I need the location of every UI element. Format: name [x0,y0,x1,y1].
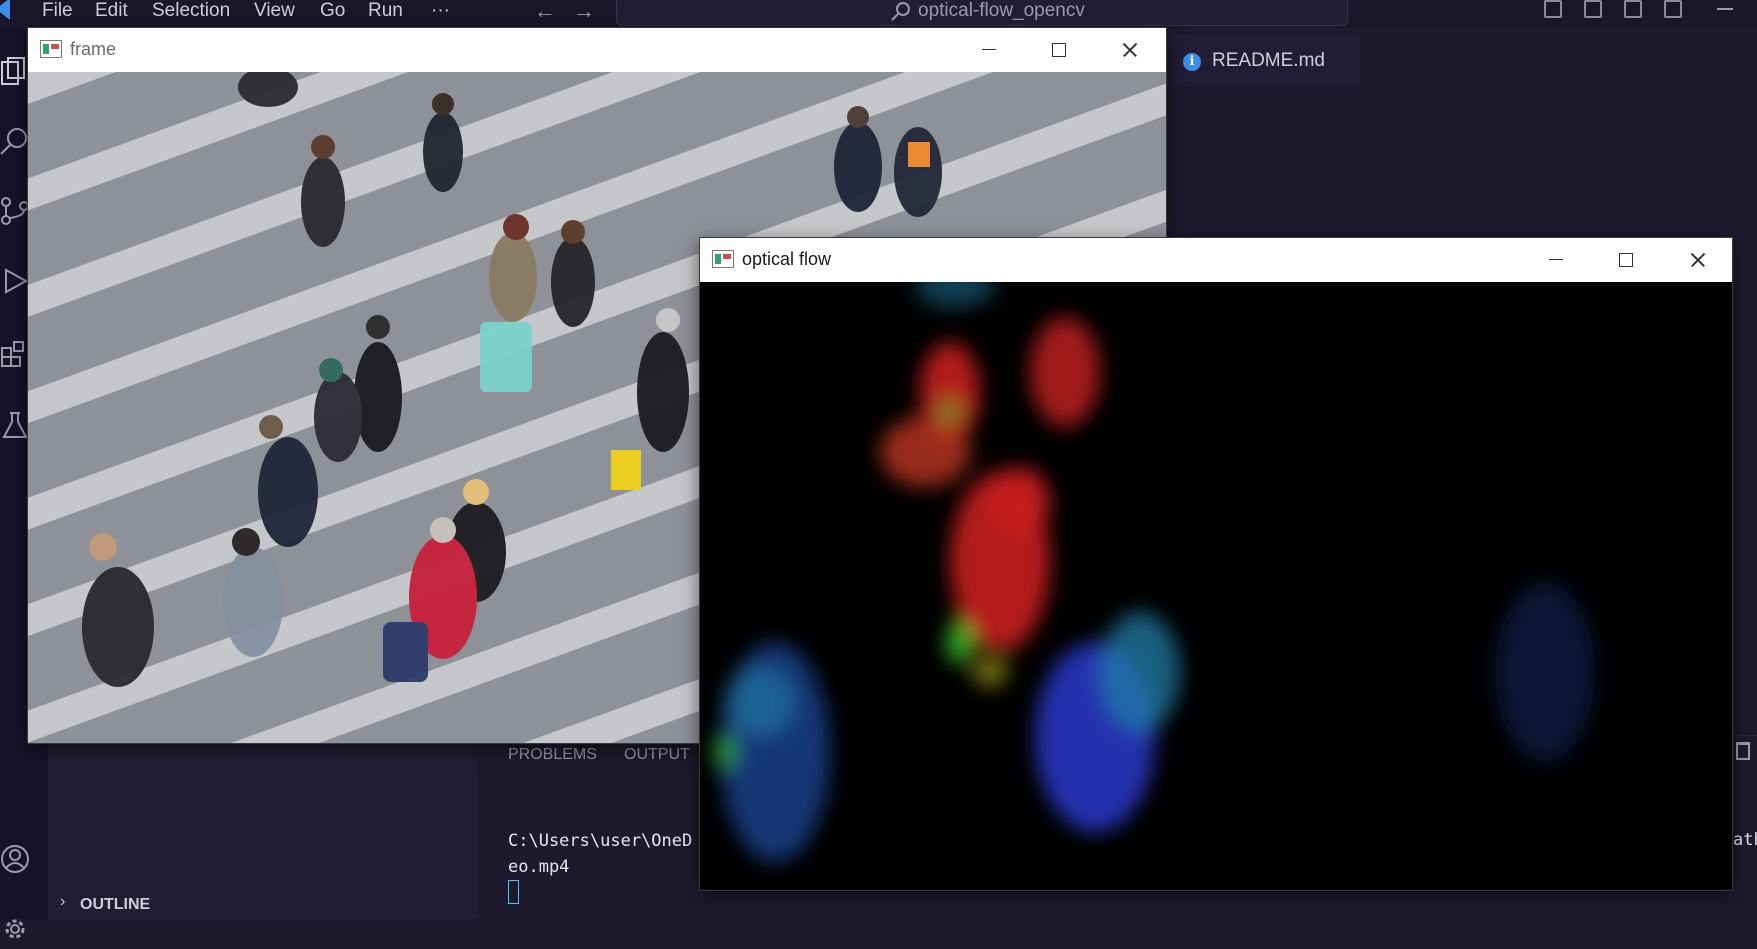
optical-flow-window[interactable]: optical flow [700,238,1732,890]
account-icon[interactable] [0,844,30,874]
command-center-text: optical-flow_opencv [918,0,1085,21]
optical-flow-image [700,282,1732,890]
tab-problems[interactable]: PROBLEMS [508,746,597,764]
menu-run[interactable]: Run [368,0,403,22]
vscode-logo-icon [0,0,10,20]
minimize-button[interactable] [954,28,1024,72]
chevron-right-icon[interactable]: › [60,893,65,911]
outline-section[interactable]: OUTLINE [80,896,150,914]
minimize-icon[interactable] [1717,8,1733,10]
maximize-button[interactable] [1591,238,1661,282]
menu-selection[interactable]: Selection [152,0,230,22]
opencv-app-icon [712,250,734,268]
info-icon: i [1183,53,1201,71]
frame-window-titlebar[interactable]: frame [28,28,1166,72]
back-arrow-icon[interactable]: ← [534,0,556,24]
frame-window-title: frame [70,39,117,59]
toggle-panel-icon[interactable] [1584,0,1602,18]
source-control-icon[interactable] [0,196,30,226]
search-icon [891,2,910,21]
explorer-icon[interactable] [0,56,30,86]
vscode-titlebar: File Edit Selection View Go Run ··· ← → … [0,0,1757,28]
minimize-button[interactable] [1521,238,1591,282]
terminal-cursor [508,880,519,904]
tab-output[interactable]: OUTPUT [624,746,690,764]
optical-flow-window-title: optical flow [742,249,832,269]
maximize-button[interactable] [1024,28,1094,72]
forward-arrow-icon[interactable]: → [573,0,595,24]
optical-flow-window-titlebar[interactable]: optical flow [700,238,1732,282]
extensions-icon[interactable] [0,338,30,368]
close-button[interactable] [1094,28,1164,72]
toggle-primary-sidebar-icon[interactable] [1544,0,1562,18]
menu-go[interactable]: Go [320,0,345,22]
terminal-line: C:\Users\user\OneD [508,831,693,851]
terminal-line: eo.mp4 [508,857,570,877]
menu-view[interactable]: View [254,0,295,22]
run-debug-icon[interactable] [0,266,30,296]
testing-flask-icon[interactable] [0,410,30,440]
close-button[interactable] [1662,238,1732,282]
search-icon[interactable] [0,126,30,156]
trash-icon[interactable] [1736,742,1750,760]
menu-edit[interactable]: Edit [95,0,128,22]
menu-more[interactable]: ··· [431,0,450,22]
opencv-app-icon [40,40,62,58]
tab-readme[interactable]: README.md [1212,50,1325,72]
customize-layout-icon[interactable] [1664,0,1682,18]
menu-file[interactable]: File [42,0,73,22]
terminal-overflow-text: ath [1733,830,1757,850]
toggle-secondary-sidebar-icon[interactable] [1624,0,1642,18]
